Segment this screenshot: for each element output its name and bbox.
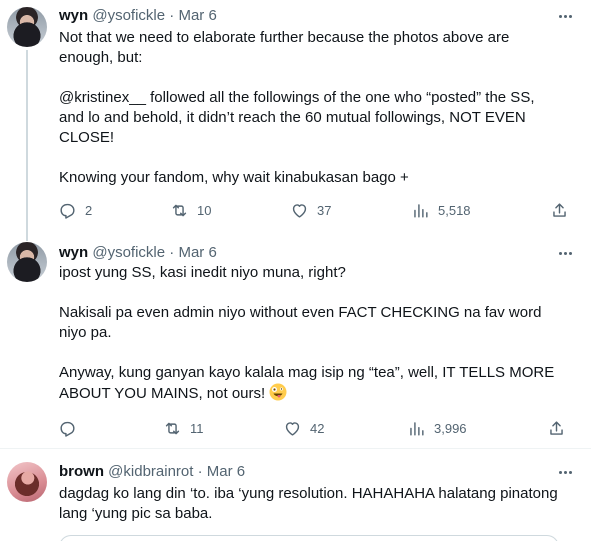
author-name[interactable]: brown [59, 463, 104, 480]
tweet-line: CLOSE! [59, 129, 115, 146]
tweet-date[interactable]: Mar 6 [178, 7, 216, 24]
tweet-line: @kristinex__ followed all the followings… [59, 89, 535, 106]
share-button[interactable] [550, 198, 569, 222]
separator-dot: · [169, 244, 175, 261]
tweet-actions: 2 10 37 5,518 [50, 198, 591, 222]
heart-icon [285, 421, 300, 436]
more-options-icon[interactable] [555, 462, 575, 482]
tweet-line: niyo pa. [59, 324, 112, 341]
reply-count: 2 [85, 202, 93, 218]
author-handle[interactable]: @ysofickle [92, 244, 165, 261]
tweet[interactable]: wyn @ysofickle · Mar 6 Not that we need … [0, 0, 591, 233]
tweet-line: Not that we need to elaborate further be… [59, 29, 510, 46]
tweet-actions: 11 42 3,996 [50, 416, 591, 440]
author-handle[interactable]: @ysofickle [92, 7, 165, 24]
tweet-text: Not that we need to elaborate further be… [59, 28, 559, 188]
like-button[interactable]: 37 [290, 198, 331, 222]
tweet-text: dagdag ko lang din ‘to. iba ‘yung resolu… [59, 484, 579, 524]
views-button[interactable]: 5,518 [411, 198, 471, 222]
quoted-media-preview[interactable] [59, 535, 559, 541]
avatar[interactable] [7, 462, 47, 502]
tweet-header: wyn @ysofickle · Mar 6 [59, 243, 217, 263]
retweet-button[interactable]: 11 [163, 416, 204, 440]
like-count: 37 [317, 202, 332, 218]
reply-button[interactable] [58, 416, 85, 440]
views-count: 5,518 [438, 202, 471, 218]
reply-button[interactable]: 2 [58, 198, 92, 222]
avatar[interactable] [7, 7, 47, 47]
retweet-button[interactable]: 10 [170, 198, 211, 222]
tweet-line: ABOUT YOU MAINS, not ours! [59, 383, 559, 404]
avatar[interactable] [7, 242, 47, 282]
share-icon [553, 202, 566, 217]
tweet-date[interactable]: Mar 6 [178, 244, 216, 261]
separator-dot: · [169, 7, 175, 24]
thread-line [26, 50, 28, 233]
views-count: 3,996 [434, 420, 467, 436]
reply-icon [60, 203, 75, 219]
tweet-line: Nakisali pa even admin niyo without even… [59, 304, 542, 321]
author-name[interactable]: wyn [59, 244, 88, 261]
retweet-count: 11 [190, 420, 204, 436]
tweet-line: Knowing your fandom, why wait kinabukasa… [59, 169, 409, 186]
author-handle[interactable]: @kidbrainrot [108, 463, 193, 480]
tweet-line: and lo and behold, it didn’t reach the 6… [59, 109, 526, 126]
heart-icon [292, 203, 307, 218]
views-button[interactable]: 3,996 [407, 416, 467, 440]
tweet-header: brown @kidbrainrot · Mar 6 [59, 462, 245, 482]
tweet-line: ipost yung SS, kasi inedit niyo muna, ri… [59, 264, 346, 281]
tweet-date[interactable]: Mar 6 [207, 463, 245, 480]
share-icon [550, 420, 563, 435]
tweet-header: wyn @ysofickle · Mar 6 [59, 6, 217, 26]
tweet-line-text: ABOUT YOU MAINS, not ours! [59, 385, 266, 402]
like-button[interactable]: 42 [283, 416, 324, 440]
reply-icon [60, 421, 75, 437]
tweet[interactable]: brown @kidbrainrot · Mar 6 dagdag ko lan… [0, 449, 591, 541]
author-name[interactable]: wyn [59, 7, 88, 24]
zany-face-emoji [269, 383, 287, 401]
like-count: 42 [310, 420, 325, 436]
views-icon [410, 421, 424, 436]
retweet-icon [172, 204, 187, 216]
tweet[interactable]: wyn @ysofickle · Mar 6 ipost yung SS, ka… [0, 233, 591, 448]
tweet-line: dagdag ko lang din ‘to. iba ‘yung resolu… [59, 485, 558, 502]
thread-line [26, 233, 28, 241]
retweet-icon [165, 422, 180, 434]
share-button[interactable] [547, 416, 566, 440]
retweet-count: 10 [197, 202, 212, 218]
views-icon [414, 203, 428, 218]
tweet-line: lang ‘yung pic sa baba. [59, 505, 213, 522]
tweet-line: Anyway, kung ganyan kayo kalala mag isip… [59, 364, 555, 381]
separator-dot: · [197, 463, 203, 480]
tweet-line: enough, but: [59, 49, 143, 66]
more-options-icon[interactable] [555, 243, 575, 263]
more-options-icon[interactable] [555, 6, 575, 26]
tweet-text: ipost yung SS, kasi inedit niyo muna, ri… [59, 263, 559, 404]
